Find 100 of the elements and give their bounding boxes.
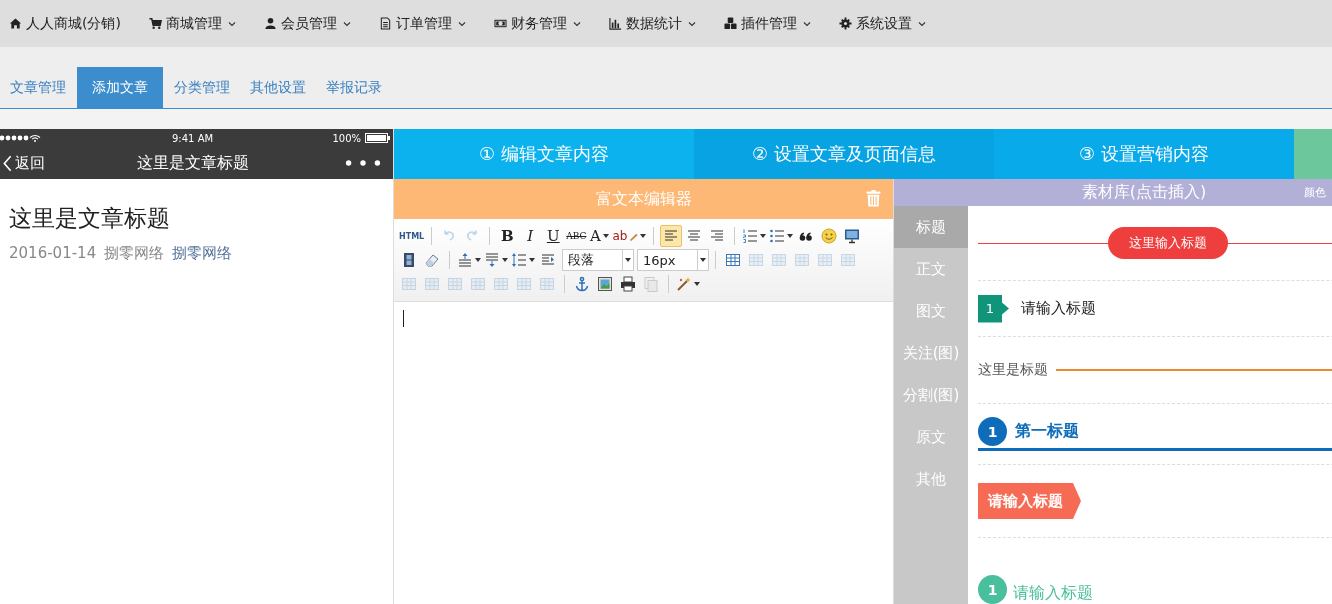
table-grid-icon: [424, 276, 440, 292]
back-button[interactable]: 返回: [3, 153, 45, 173]
table-grid-icon: [493, 276, 509, 292]
caret-icon: [622, 250, 633, 270]
line-height-icon: [511, 252, 527, 268]
number-flag: 1: [978, 294, 1009, 323]
user-icon: [263, 17, 277, 30]
title-pill[interactable]: 这里输入标题: [1108, 227, 1228, 259]
caret-icon: [529, 258, 535, 262]
cart-icon: [148, 17, 162, 30]
table-grid-icon: [771, 252, 787, 268]
caret-icon: [572, 20, 581, 27]
settings-icon: [838, 17, 852, 30]
bar-chart-icon: [608, 17, 622, 30]
table-grid-icon: [794, 252, 810, 268]
underline-button[interactable]: U: [542, 225, 565, 247]
caret-icon: [787, 234, 794, 238]
caret-icon: [697, 250, 708, 270]
signal-icon: [0, 134, 41, 142]
html-button[interactable]: HTML: [398, 225, 426, 247]
caret-icon: [687, 20, 696, 27]
nav-menu-item[interactable]: 商城管理: [148, 14, 236, 33]
nav-menu-item[interactable]: 插件管理: [723, 14, 811, 33]
caret-icon: [342, 20, 351, 27]
table-grid-icon: [817, 252, 833, 268]
tab[interactable]: 分类管理: [165, 67, 239, 108]
more-icon[interactable]: [345, 159, 381, 167]
italic-button[interactable]: I: [519, 225, 542, 247]
tab[interactable]: 添加文章: [77, 67, 163, 108]
font-color-button[interactable]: A: [588, 225, 611, 247]
color-label: 颜色: [1304, 185, 1326, 200]
document-icon: [378, 17, 392, 30]
editor-title: 富文本编辑器: [595, 188, 692, 210]
highlight-button[interactable]: ab: [611, 225, 648, 247]
cubes-icon: [723, 17, 737, 30]
align-center-icon: [686, 228, 703, 244]
film-icon: [401, 252, 417, 268]
numbered-list-icon: [742, 228, 759, 244]
nav-menu-item[interactable]: 系统设置: [838, 14, 926, 33]
indent-icon: [540, 252, 556, 268]
eraser-icon: [424, 252, 440, 268]
nav-menu-item[interactable]: 财务管理: [493, 14, 581, 33]
battery-icon: [365, 133, 391, 143]
caret-icon: [502, 258, 508, 262]
tab[interactable]: 其他设置: [241, 67, 315, 108]
align-left-button[interactable]: [660, 225, 683, 247]
nav-menu-item[interactable]: 订单管理: [378, 14, 466, 33]
table-grid-icon: [516, 276, 532, 292]
table-grid-icon: [447, 276, 463, 292]
trash-icon[interactable]: [866, 190, 881, 207]
article-author: 捌零网络: [104, 244, 165, 263]
caret-icon: [640, 234, 647, 238]
dropdown-select[interactable]: 16px: [637, 249, 709, 271]
caret-icon: [917, 20, 926, 27]
table-icon: [725, 252, 741, 268]
smiley-icon: [821, 228, 838, 244]
pen-icon: [629, 231, 639, 241]
align-left-icon: [663, 228, 680, 244]
article-title: 这里是文章标题: [9, 204, 171, 233]
article-date: 2016-01-14: [9, 244, 97, 263]
number-badge: 1: [978, 417, 1007, 446]
caret-icon: [760, 234, 767, 238]
sample-title[interactable]: 这里是标题: [978, 361, 1048, 379]
pages-icon: [643, 276, 659, 292]
strikethrough-button[interactable]: ABC: [565, 225, 588, 247]
banknote-icon: [493, 17, 507, 30]
anchor-icon: [574, 276, 590, 292]
caret-icon: [457, 20, 466, 27]
page-title: 这里是文章标题: [137, 152, 249, 174]
align-right-icon: [709, 228, 726, 244]
sample-title: 第一标题: [1015, 421, 1079, 442]
image-icon: [597, 276, 613, 292]
bullet-list-icon: [769, 228, 786, 244]
space-above-icon: [457, 252, 473, 268]
status-time: 9:41 AM: [172, 132, 214, 144]
nav-menu-item[interactable]: 人人商城(分销): [9, 14, 121, 33]
table-grid-icon: [840, 252, 856, 268]
table-grid-icon: [401, 276, 417, 292]
table-grid-icon: [539, 276, 555, 292]
printer-icon: [620, 276, 636, 292]
tab[interactable]: 举报记录: [317, 67, 391, 108]
caret-icon: [694, 282, 700, 286]
chevron-left-icon: [3, 154, 12, 172]
nav-menu-item[interactable]: 会员管理: [263, 14, 351, 33]
tab[interactable]: 文章管理: [1, 67, 75, 108]
library-title: 素材库(点击插入): [1081, 182, 1207, 203]
account-link[interactable]: 捌零网络: [172, 244, 233, 263]
text-cursor: [403, 310, 404, 327]
underlined-title[interactable]: 1 第一标题: [978, 417, 1332, 451]
caret-icon: [227, 20, 236, 27]
sample-title[interactable]: 请输入标题: [1021, 299, 1096, 318]
caret-icon: [802, 20, 811, 27]
caret-icon: [602, 234, 609, 238]
dropdown-select[interactable]: 段落: [562, 249, 634, 271]
magic-wand-icon: [676, 276, 692, 292]
battery-percent: 100%: [332, 132, 361, 144]
bold-button[interactable]: B: [496, 225, 519, 247]
nav-menu-item[interactable]: 数据统计: [608, 14, 696, 33]
table-grid-icon: [748, 252, 764, 268]
table-grid-icon: [470, 276, 486, 292]
